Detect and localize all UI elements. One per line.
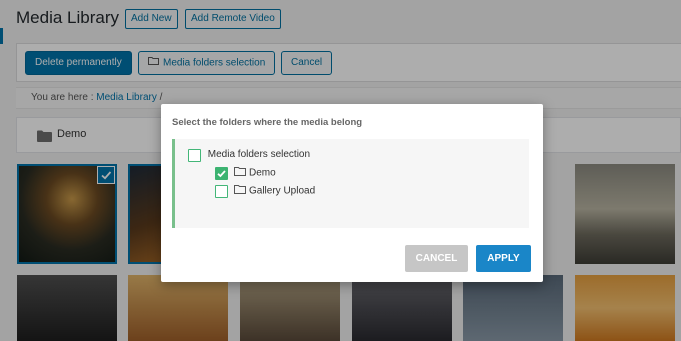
tree-item-demo[interactable]: Demo: [215, 166, 276, 180]
dialog-apply-button[interactable]: APPLY: [476, 245, 531, 272]
folder-tree: Media folders selection Demo Gallery Upl…: [172, 139, 529, 228]
gallery-upload-checkbox[interactable]: [215, 185, 228, 198]
dialog-cancel-button[interactable]: CANCEL: [405, 245, 468, 272]
root-checkbox[interactable]: [188, 148, 201, 162]
tree-item-label: Media folders selection: [207, 149, 311, 160]
dialog-title: Select the folders where the media belon…: [172, 117, 363, 128]
demo-checkbox[interactable]: [215, 167, 228, 180]
folder-selection-dialog: Select the folders where the media belon…: [161, 104, 543, 282]
folder-icon: [234, 184, 246, 199]
tree-item-label: Demo: [249, 167, 276, 179]
tree-item-label: Gallery Upload: [249, 185, 316, 197]
tree-item-gallery-upload[interactable]: Gallery Upload: [215, 184, 315, 198]
tree-item-root[interactable]: Media folders selection: [188, 148, 310, 162]
folder-icon: [234, 166, 246, 181]
